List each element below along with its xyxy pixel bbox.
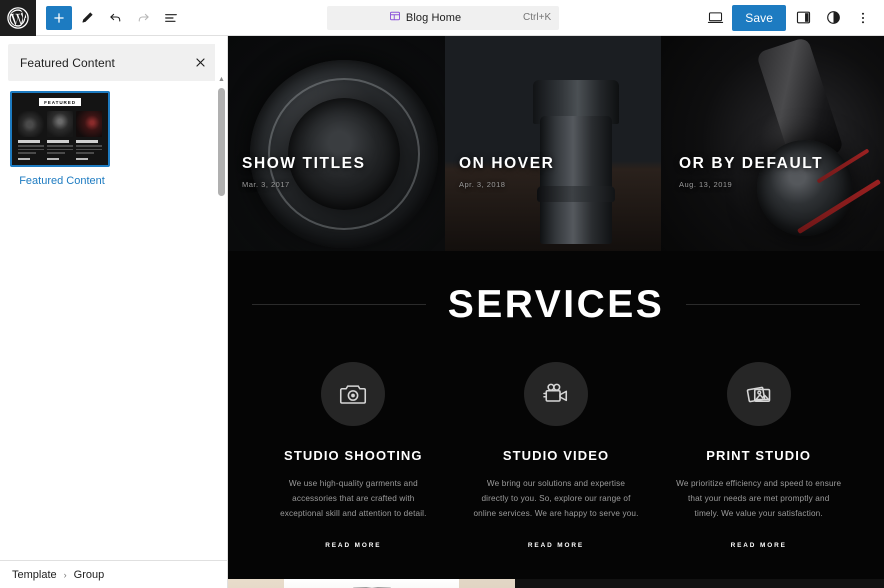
services-section[interactable]: SERVICES STUDIO SHOOTING We use high-qua… xyxy=(228,251,884,579)
command-bar-wrapper: Blog Home Ctrl+K xyxy=(184,5,702,30)
document-overview-button[interactable] xyxy=(158,5,184,31)
redo-button[interactable] xyxy=(130,5,156,31)
hero-cards-row: SHOW TITLES Mar. 3, 2017 ON HOVER Apr. 3… xyxy=(228,36,884,251)
command-bar-title: Blog Home xyxy=(405,11,462,24)
service-description: We prioritize efficiency and speed to en… xyxy=(676,479,842,518)
scrollbar-thumb[interactable] xyxy=(218,88,225,196)
edit-tool-button[interactable] xyxy=(74,5,100,31)
breadcrumb: Template › Group xyxy=(0,560,227,588)
hero-card[interactable]: SHOW TITLES Mar. 3, 2017 xyxy=(228,36,445,251)
pattern-preview-featured-content[interactable]: FEATURED xyxy=(10,91,110,167)
breadcrumb-separator: › xyxy=(63,569,67,580)
services-heading-row: SERVICES xyxy=(228,285,884,324)
save-button[interactable]: Save xyxy=(732,4,786,31)
services-columns: STUDIO SHOOTING We use high-quality garm… xyxy=(228,324,884,549)
read-more-link[interactable]: READ MORE xyxy=(469,542,644,549)
service-title: STUDIO VIDEO xyxy=(502,448,610,463)
service-column[interactable]: PRINT STUDIO We prioritize efficiency an… xyxy=(657,362,860,549)
hero-card-title: OR BY DEFAULT xyxy=(679,155,824,172)
patterns-panel-scroll: Featured Content FEATURED Featured Conte… xyxy=(0,36,227,560)
pattern-list-item[interactable]: FEATURED Featured Content xyxy=(8,91,219,187)
video-camera-icon xyxy=(524,362,588,426)
interior-photo-dark-area xyxy=(515,578,884,588)
read-more-link[interactable]: READ MORE xyxy=(671,542,846,549)
pattern-preview-card xyxy=(47,111,73,161)
editor-header: Blog Home Ctrl+K Save xyxy=(0,0,884,36)
photo-camera-icon xyxy=(321,362,386,426)
interior-photo xyxy=(228,578,515,588)
service-title: STUDIO SHOOTING xyxy=(284,448,423,463)
hero-card-text: ON HOVER Apr. 3, 2018 xyxy=(459,155,554,189)
pattern-preview-badge: FEATURED xyxy=(39,98,81,106)
service-column[interactable]: STUDIO VIDEO We bring our solutions and … xyxy=(455,362,658,549)
pattern-preview-card xyxy=(18,111,44,161)
undo-button[interactable] xyxy=(102,5,128,31)
photo-gallery-icon xyxy=(726,362,791,426)
hero-card[interactable]: OR BY DEFAULT Aug. 13, 2019 xyxy=(661,36,884,251)
editor-root: Blog Home Ctrl+K Save Featured Content F… xyxy=(0,0,884,588)
more-options-icon[interactable] xyxy=(850,5,876,31)
hero-card-date: Aug. 13, 2019 xyxy=(679,180,733,189)
template-icon xyxy=(389,9,401,27)
wordpress-logo-icon[interactable] xyxy=(0,0,36,36)
heading-rule-left xyxy=(252,304,426,305)
command-bar[interactable]: Blog Home Ctrl+K xyxy=(327,5,560,30)
desktop-view-icon[interactable] xyxy=(702,5,728,31)
breadcrumb-item-group[interactable]: Group xyxy=(74,569,105,581)
hero-card[interactable]: ON HOVER Apr. 3, 2018 xyxy=(445,36,661,251)
close-icon[interactable] xyxy=(189,52,211,74)
service-column[interactable]: STUDIO SHOOTING We use high-quality garm… xyxy=(252,362,455,549)
service-description: We bring our solutions and expertise dir… xyxy=(473,479,639,518)
hero-card-date: Mar. 3, 2017 xyxy=(242,180,290,189)
command-bar-center: Blog Home xyxy=(327,9,523,27)
panel-title: Featured Content xyxy=(20,55,115,70)
panel-header: Featured Content xyxy=(8,44,219,81)
scrollbar-up-arrow[interactable]: ▲ xyxy=(218,76,225,83)
hero-card-title: SHOW TITLES xyxy=(242,155,366,172)
hero-card-text: SHOW TITLES Mar. 3, 2017 xyxy=(242,155,366,189)
hero-card-date: Apr. 3, 2018 xyxy=(459,180,506,189)
editor-canvas[interactable]: SHOW TITLES Mar. 3, 2017 ON HOVER Apr. 3… xyxy=(228,36,884,588)
services-heading: SERVICES xyxy=(447,283,665,326)
contrast-styles-icon[interactable] xyxy=(820,5,846,31)
interior-photo-section[interactable] xyxy=(228,578,884,588)
add-block-button[interactable] xyxy=(46,5,72,30)
service-title: PRINT STUDIO xyxy=(706,448,812,463)
command-bar-shortcut: Ctrl+K xyxy=(523,12,552,23)
patterns-panel: Featured Content FEATURED Featured Conte… xyxy=(0,36,228,588)
hero-card-title: ON HOVER xyxy=(459,155,555,172)
read-more-link[interactable]: READ MORE xyxy=(266,542,441,549)
service-description: We use high-quality garments and accesso… xyxy=(280,479,427,518)
header-tools-left xyxy=(36,5,184,31)
heading-rule-right xyxy=(686,304,860,305)
pattern-preview-card xyxy=(76,111,102,161)
settings-sidebar-icon[interactable] xyxy=(790,5,816,31)
header-tools-right: Save xyxy=(702,4,884,31)
panel-scrollbar[interactable]: ▲ xyxy=(215,36,227,560)
hero-card-text: OR BY DEFAULT Aug. 13, 2019 xyxy=(679,155,823,189)
editor-body: Featured Content FEATURED Featured Conte… xyxy=(0,36,884,588)
pattern-label[interactable]: Featured Content xyxy=(10,175,114,187)
breadcrumb-item-template[interactable]: Template xyxy=(12,569,57,581)
